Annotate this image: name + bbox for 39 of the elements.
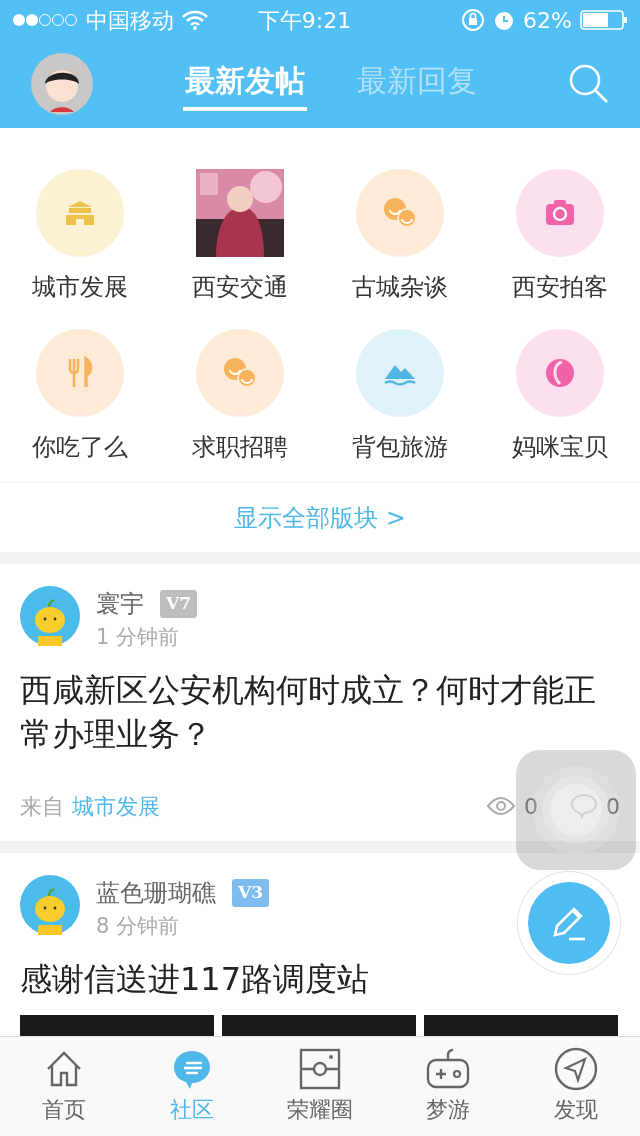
- author-name: 寰宇: [96, 589, 144, 620]
- assistive-touch-button[interactable]: [516, 750, 636, 870]
- search-icon[interactable]: [568, 63, 610, 105]
- tab-bar-item[interactable]: 荣耀圈: [256, 1037, 384, 1136]
- author-name: 蓝色珊瑚礁: [96, 878, 216, 910]
- level-badge: V7: [160, 590, 198, 618]
- eye-icon: [486, 795, 516, 818]
- wifi-icon: [182, 10, 208, 30]
- category-item[interactable]: 求职招聘: [160, 328, 320, 466]
- rotation-lock-icon: [461, 8, 486, 32]
- category-item[interactable]: 古城杂谈: [320, 168, 480, 306]
- view-count: 0: [524, 792, 538, 821]
- level-badge: V3: [232, 879, 270, 907]
- alarm-icon: [493, 9, 516, 31]
- source-label: 来自: [20, 792, 64, 821]
- category-item[interactable]: 妈咪宝贝: [480, 328, 640, 466]
- camera-frame-icon: [298, 1047, 342, 1091]
- battery-percent: 62%: [523, 6, 572, 35]
- battery-icon: [580, 10, 628, 30]
- category-item[interactable]: 西安拍客: [480, 168, 640, 306]
- comment-icon: [570, 793, 598, 820]
- post-title[interactable]: 感谢信送进117路调度站: [20, 956, 620, 1002]
- category-item[interactable]: 城市发展: [0, 168, 160, 306]
- gamepad-icon: [426, 1047, 470, 1091]
- clock-time: 下午9:21: [257, 6, 352, 35]
- avatar[interactable]: [30, 52, 94, 116]
- post-time: 1 分钟前: [96, 624, 181, 651]
- carrier-name: 中国移动: [86, 6, 174, 35]
- comment-count: 0: [606, 792, 620, 821]
- category-item[interactable]: 背包旅游: [320, 328, 480, 466]
- signal-icon: [12, 13, 78, 27]
- compass-icon: [554, 1047, 598, 1091]
- tab-bar-item[interactable]: 首页: [0, 1037, 128, 1136]
- post-title[interactable]: 西咸新区公安机构何时成立？何时才能正常办理业务？: [20, 667, 620, 758]
- category-item[interactable]: 你吃了么: [0, 328, 160, 466]
- category-item[interactable]: 西安交通: [160, 168, 320, 306]
- post-time: 8 分钟前: [96, 913, 181, 941]
- tab-bar-item[interactable]: 梦游: [384, 1037, 512, 1136]
- tab-bar-item[interactable]: 发现: [512, 1037, 640, 1136]
